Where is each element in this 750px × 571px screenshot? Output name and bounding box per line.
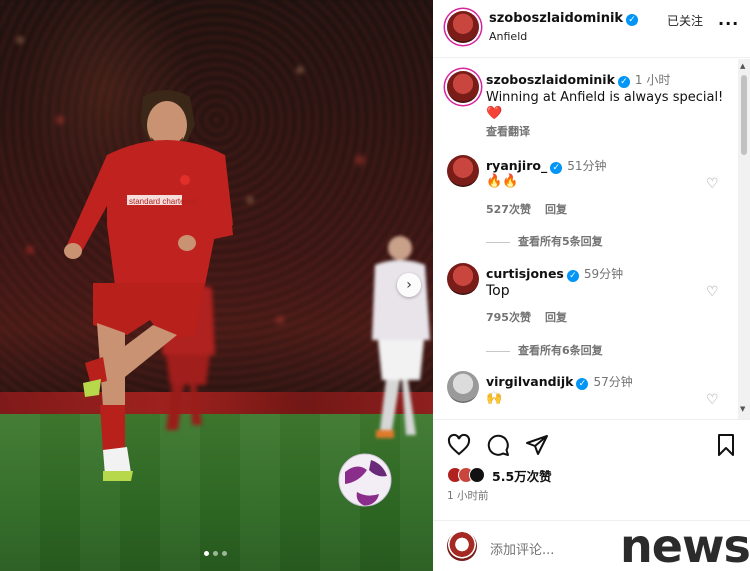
comment-username[interactable]: curtisjones ✓ 59分钟 [486, 265, 623, 282]
caption-time: 1 小时 [634, 73, 671, 87]
verified-icon: ✓ [566, 270, 579, 282]
comment-username-text[interactable]: curtisjones [486, 266, 564, 281]
author-username-text[interactable]: szoboszlaidominik [489, 11, 623, 26]
svg-text:standard chartered: standard chartered [129, 197, 196, 206]
reply-button[interactable]: 回复 [545, 311, 567, 324]
comment-text: 🙌 [486, 391, 503, 406]
liker-avatar [469, 467, 485, 483]
view-replies-text[interactable]: 查看所有6条回复 [518, 344, 603, 357]
comment-text: 🔥🔥 [486, 174, 519, 189]
carousel-dot[interactable] [213, 551, 218, 556]
share-send-icon[interactable] [525, 433, 549, 457]
view-replies-link[interactable]: 查看所有5条回复 [486, 233, 603, 249]
comment-meta: 527次赞 回复 [486, 201, 581, 217]
comment-username-text[interactable]: ryanjiro_ [486, 158, 547, 173]
scroll-up-icon[interactable]: ▲ [740, 62, 745, 70]
comment-username[interactable]: ryanjiro_ ✓ 51分钟 [486, 157, 607, 174]
posted-time: 1 小时前 [447, 490, 489, 502]
comment-time: 57分钟 [593, 375, 633, 389]
football [338, 453, 392, 507]
comment-avatar[interactable] [447, 155, 479, 187]
main-player: standard chartered [64, 90, 233, 481]
verified-icon: ✓ [576, 378, 589, 390]
comments-scrollbar[interactable]: ▲ ▼ [738, 59, 750, 419]
caption-username[interactable]: szoboszlaidominik ✓ 1 小时 [486, 71, 670, 88]
carousel-dots [204, 551, 227, 556]
comment-text: Top [486, 283, 510, 299]
comment-likes[interactable]: 527次赞 [486, 203, 531, 216]
carousel-dot[interactable] [204, 551, 209, 556]
view-replies-text[interactable]: 查看所有5条回复 [518, 235, 603, 248]
bookmark-icon[interactable] [714, 433, 738, 457]
comment-username[interactable]: virgilvandijk ✓ 57分钟 [486, 373, 633, 390]
next-image-button[interactable]: › [397, 273, 421, 297]
comment-time: 59分钟 [583, 267, 624, 281]
like-comment-icon[interactable]: ♡ [706, 285, 720, 299]
add-comment-input[interactable]: 添加评论... [490, 539, 554, 558]
background-player-right [372, 236, 430, 438]
carousel-dot[interactable] [222, 551, 227, 556]
current-user-avatar [447, 531, 477, 561]
verified-icon: ✓ [617, 76, 630, 88]
comment-likes[interactable]: 795次赞 [486, 311, 531, 324]
verified-icon: ✓ [626, 14, 639, 26]
comment-avatar[interactable] [447, 263, 479, 295]
like-comment-icon[interactable]: ♡ [706, 177, 720, 191]
view-replies-link[interactable]: 查看所有6条回复 [486, 342, 603, 358]
caption-avatar[interactable] [447, 71, 479, 103]
author-avatar[interactable] [447, 11, 479, 43]
replies-divider [486, 350, 510, 352]
like-comment-icon[interactable]: ♡ [706, 393, 720, 407]
news-watermark: news [620, 519, 750, 571]
comment-bubble-icon[interactable] [486, 433, 510, 457]
caption-username-text[interactable]: szoboszlaidominik [486, 72, 615, 87]
likes-summary[interactable]: 5.5万次赞 [447, 466, 552, 484]
see-translation-link[interactable]: 查看翻译 [486, 123, 530, 139]
replies-divider [486, 241, 510, 243]
post-side-panel: szoboszlaidominik ✓ Anfield 已关注 ... szobo… [433, 0, 750, 571]
like-count[interactable]: 5.5万次赞 [492, 466, 552, 485]
post-photo[interactable]: standard chartered › [0, 0, 433, 571]
post-header: szoboszlaidominik ✓ Anfield 已关注 ... [433, 0, 750, 58]
comment-avatar[interactable] [447, 371, 479, 403]
like-heart-icon[interactable] [447, 433, 471, 457]
post-location[interactable]: Anfield [489, 30, 527, 43]
comment-meta: 795次赞 回复 [486, 309, 581, 325]
author-username[interactable]: szoboszlaidominik ✓ [489, 11, 639, 26]
comment-username-text[interactable]: virgilvandijk [486, 374, 573, 389]
caption-text: Winning at Anfield is always special! [486, 90, 724, 105]
caption-emoji: ❤️ [486, 106, 503, 121]
scrollbar-thumb[interactable] [741, 75, 747, 155]
more-options-icon[interactable]: ... [718, 10, 739, 29]
comments-list[interactable]: szoboszlaidominik ✓ 1 小时 Winning at Anfiel… [433, 59, 738, 419]
following-button[interactable]: 已关注 [667, 12, 703, 29]
verified-icon: ✓ [550, 162, 563, 174]
scroll-down-icon[interactable]: ▼ [740, 405, 745, 413]
comment-time: 51分钟 [567, 159, 607, 173]
reply-button[interactable]: 回复 [545, 203, 567, 216]
